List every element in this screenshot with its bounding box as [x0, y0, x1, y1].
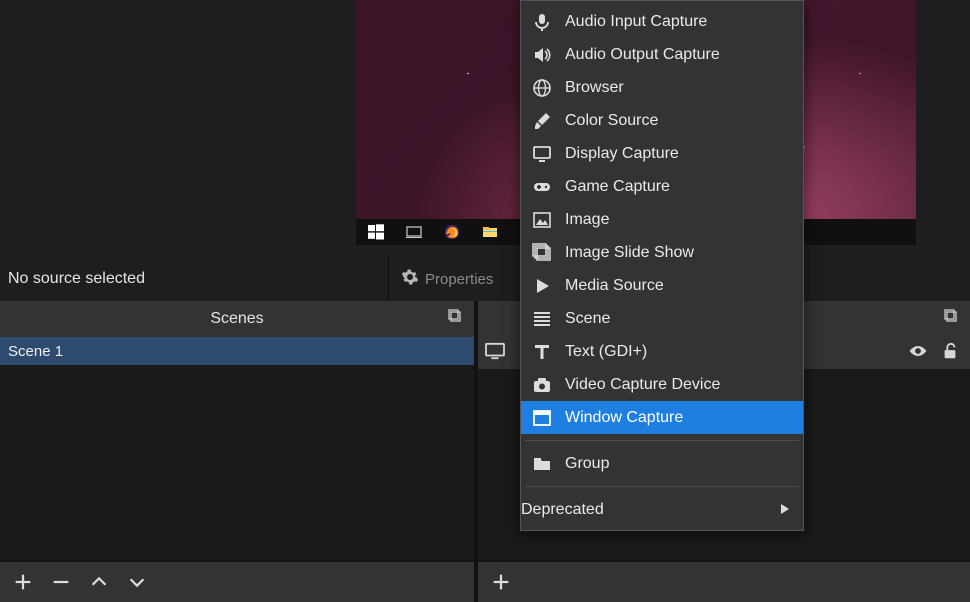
menu-item-label: Browser: [565, 79, 624, 97]
play-icon: [531, 275, 553, 297]
menu-item-label: Media Source: [565, 277, 664, 295]
image-icon: [531, 209, 553, 231]
undock-icon[interactable]: [448, 309, 466, 327]
menu-item-label: Scene: [565, 310, 610, 328]
menu-item-label: Text (GDI+): [565, 343, 647, 361]
speaker-icon: [531, 44, 553, 66]
list-icon: [531, 308, 553, 330]
source-toolbar: No source selected Properties: [0, 257, 970, 301]
menu-item-label: Image Slide Show: [565, 244, 694, 262]
menu-item-group[interactable]: Group: [521, 447, 803, 480]
menu-item-image-slide-show[interactable]: Image Slide Show: [521, 236, 803, 269]
gear-icon: [401, 268, 419, 290]
menu-item-label: Image: [565, 211, 609, 229]
menu-item-label: Display Capture: [565, 145, 679, 163]
monitor-icon: [531, 143, 553, 165]
paintbrush-icon: [531, 110, 553, 132]
scenes-body[interactable]: Scene 1: [0, 337, 474, 560]
menu-item-label: Color Source: [565, 112, 658, 130]
add-source-context-menu: Audio Input Capture Audio Output Capture…: [520, 0, 804, 531]
scenes-panel: Scenes Scene 1: [0, 301, 478, 602]
move-scene-down-button[interactable]: [122, 567, 152, 597]
menu-item-label: Game Capture: [565, 178, 670, 196]
menu-item-display-capture[interactable]: Display Capture: [521, 137, 803, 170]
gamepad-icon: [531, 176, 553, 198]
menu-item-media-source[interactable]: Media Source: [521, 269, 803, 302]
slideshow-icon: [531, 242, 553, 264]
menu-item-audio-input-capture[interactable]: Audio Input Capture: [521, 5, 803, 38]
undock-icon[interactable]: [944, 309, 962, 327]
camera-icon: [531, 374, 553, 396]
menu-item-window-capture[interactable]: Window Capture: [521, 401, 803, 434]
menu-item-label: Video Capture Device: [565, 376, 720, 394]
globe-icon: [531, 77, 553, 99]
panels-row: Scenes Scene 1 So: [0, 301, 970, 602]
menu-item-label: Window Capture: [565, 409, 683, 427]
menu-item-deprecated[interactable]: Deprecated: [521, 493, 803, 526]
menu-item-label: Group: [565, 455, 609, 473]
add-source-button[interactable]: [486, 567, 516, 597]
properties-label: Properties: [425, 271, 493, 288]
folder-icon: [531, 453, 553, 475]
menu-item-game-capture[interactable]: Game Capture: [521, 170, 803, 203]
text-icon: [531, 341, 553, 363]
eye-icon[interactable]: [908, 342, 928, 364]
menu-separator: [525, 440, 799, 441]
firefox-icon: [442, 222, 462, 242]
lock-open-icon[interactable]: [940, 342, 960, 364]
menu-item-text-gdi[interactable]: Text (GDI+): [521, 335, 803, 368]
add-scene-button[interactable]: [8, 567, 38, 597]
no-source-label: No source selected: [0, 270, 388, 288]
remove-scene-button[interactable]: [46, 567, 76, 597]
sources-footer: [478, 560, 970, 602]
microphone-icon: [531, 11, 553, 33]
menu-separator: [525, 486, 799, 487]
monitor-icon: [484, 342, 506, 364]
menu-item-browser[interactable]: Browser: [521, 71, 803, 104]
scenes-footer: [0, 560, 474, 602]
menu-item-audio-output-capture[interactable]: Audio Output Capture: [521, 38, 803, 71]
menu-item-color-source[interactable]: Color Source: [521, 104, 803, 137]
move-scene-up-button[interactable]: [84, 567, 114, 597]
menu-item-video-capture-device[interactable]: Video Capture Device: [521, 368, 803, 401]
scenes-header: Scenes: [0, 301, 474, 337]
menu-item-label: Deprecated: [521, 501, 604, 519]
scenes-title: Scenes: [210, 310, 263, 328]
submenu-arrow-icon: [781, 501, 789, 519]
preview-area: [0, 0, 970, 257]
file-explorer-icon: [480, 222, 500, 242]
scene-list-item[interactable]: Scene 1: [0, 337, 474, 365]
scene-item-label: Scene 1: [8, 343, 63, 360]
windows-start-icon: [366, 222, 386, 242]
menu-item-label: Audio Input Capture: [565, 13, 707, 31]
menu-item-image[interactable]: Image: [521, 203, 803, 236]
menu-item-label: Audio Output Capture: [565, 46, 720, 64]
properties-button[interactable]: Properties: [389, 257, 505, 301]
window-icon: [531, 407, 553, 429]
menu-item-scene[interactable]: Scene: [521, 302, 803, 335]
taskview-icon: [404, 222, 424, 242]
